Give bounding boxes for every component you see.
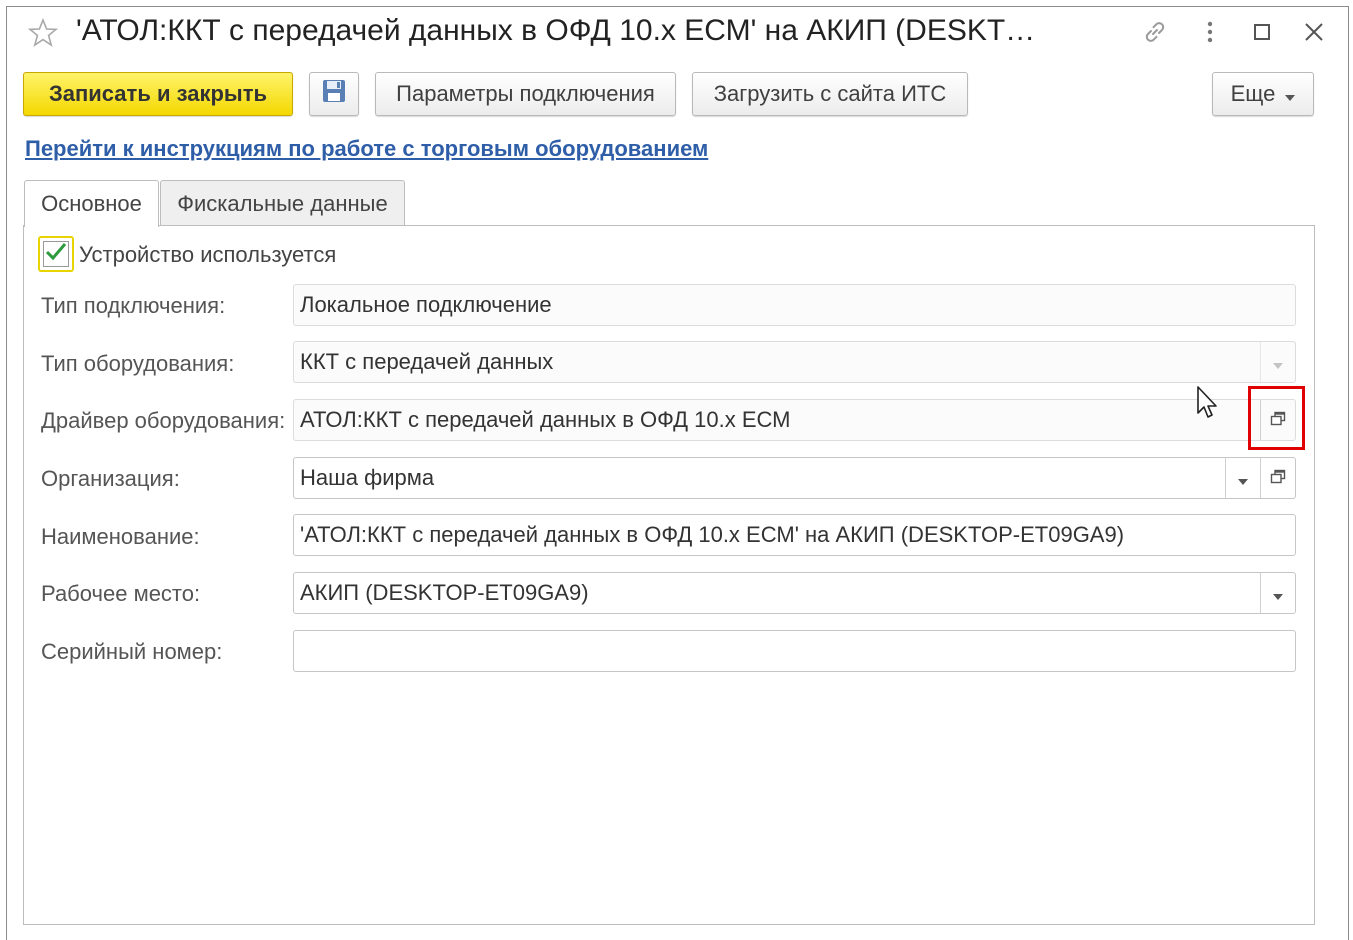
driver-field: АТОЛ:ККТ с передачей данных в ОФД 10.x Е… — [293, 399, 1296, 441]
equipment-type-label: Тип оборудования: — [41, 351, 235, 376]
equipment-type-value: ККТ с передачей данных — [300, 349, 554, 374]
tab-fiscal-data[interactable]: Фискальные данные — [160, 180, 405, 226]
connection-type-value: Локальное подключение — [300, 292, 552, 317]
device-used-label: Устройство используется — [79, 242, 337, 267]
equipment-type-field: ККТ с передачей данных — [293, 341, 1296, 383]
tab-main[interactable]: Основное — [24, 180, 159, 227]
connection-type-field: Локальное подключение — [293, 284, 1296, 326]
save-and-close-button[interactable]: Записать и закрыть — [23, 72, 293, 116]
device-used-checkbox[interactable] — [38, 236, 74, 272]
chevron-down-icon — [1273, 349, 1283, 375]
serial-number-field[interactable] — [293, 630, 1296, 672]
more-button-label: Еще — [1230, 81, 1276, 106]
mouse-cursor-icon — [1196, 385, 1220, 426]
instructions-link[interactable]: Перейти к инструкциям по работе с торгов… — [25, 136, 708, 162]
workplace-label: Рабочее место: — [41, 581, 201, 606]
open-form-icon — [1270, 465, 1286, 491]
organization-dropdown-button[interactable] — [1225, 458, 1260, 498]
more-button[interactable]: Еще — [1212, 72, 1314, 116]
workplace-value: АКИП (DESKTOP-ET09GA9) — [300, 580, 589, 605]
chevron-down-icon — [1273, 580, 1283, 606]
workplace-dropdown-button[interactable] — [1260, 573, 1295, 613]
name-field[interactable]: 'АТОЛ:ККТ с передачей данных в ОФД 10.x … — [293, 514, 1296, 556]
connection-type-label: Тип подключения: — [41, 293, 226, 318]
link-icon[interactable] — [1141, 18, 1169, 46]
star-icon[interactable] — [27, 17, 59, 48]
window-title: 'АТОЛ:ККТ с передачей данных в ОФД 10.x … — [76, 14, 1036, 47]
close-icon[interactable] — [1300, 18, 1328, 46]
name-value: 'АТОЛ:ККТ с передачей данных в ОФД 10.x … — [300, 522, 1125, 547]
equipment-type-dropdown — [1260, 342, 1295, 382]
more-icon[interactable] — [1196, 18, 1224, 46]
driver-value: АТОЛ:ККТ с передачей данных в ОФД 10.x Е… — [300, 407, 791, 432]
organization-label: Организация: — [41, 466, 180, 491]
floppy-disk-icon — [321, 78, 347, 110]
serial-number-label: Серийный номер: — [41, 639, 223, 664]
organization-value: Наша фирма — [300, 465, 435, 490]
driver-label: Драйвер оборудования: — [41, 408, 286, 433]
workplace-field[interactable]: АКИП (DESKTOP-ET09GA9) — [293, 572, 1296, 614]
organization-open-button[interactable] — [1260, 458, 1295, 498]
name-label: Наименование: — [41, 524, 200, 549]
chevron-down-icon — [1285, 81, 1296, 107]
checkmark-icon — [45, 242, 67, 267]
organization-field[interactable]: Наша фирма — [293, 457, 1296, 499]
highlight-frame — [1248, 386, 1305, 450]
save-button[interactable] — [309, 72, 359, 116]
maximize-icon[interactable] — [1248, 18, 1276, 46]
connection-params-button[interactable]: Параметры подключения — [375, 72, 676, 116]
chevron-down-icon — [1238, 465, 1248, 491]
load-from-its-button[interactable]: Загрузить с сайта ИТС — [692, 72, 968, 116]
